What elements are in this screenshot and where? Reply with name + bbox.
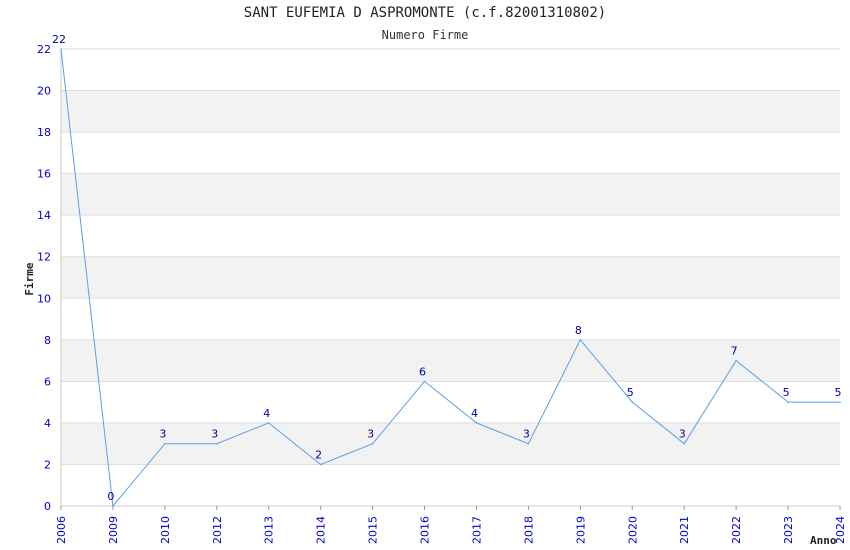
y-tick-label: 8 <box>44 334 51 347</box>
data-point <box>371 442 374 445</box>
x-tick-label: 2010 <box>159 516 172 544</box>
data-label: 6 <box>419 365 426 378</box>
plot-band <box>61 90 840 133</box>
plot-band <box>61 339 840 382</box>
data-point <box>423 380 426 383</box>
data-point <box>631 401 634 403</box>
y-tick-label: 20 <box>37 85 51 98</box>
data-label: 4 <box>471 407 478 420</box>
data-label: 0 <box>107 490 114 503</box>
x-tick-label: 2017 <box>470 516 483 544</box>
x-axis-ticks: 2006 2009 2010 2012 2013 2014 2015 2016 2017 2018… <box>55 506 847 544</box>
data-label: 7 <box>731 345 738 358</box>
data-point <box>683 442 685 445</box>
line-chart: 0246810121416182022 2006 2009 2010 2012 2013… <box>23 33 847 547</box>
plot-bands <box>61 90 840 465</box>
y-tick-label: 2 <box>44 458 51 471</box>
y-tick-label: 6 <box>44 375 51 388</box>
plot-band <box>61 173 840 216</box>
data-point <box>319 463 322 466</box>
data-point <box>216 442 218 445</box>
x-tick-label: 2016 <box>419 516 432 544</box>
x-tick-label: 2015 <box>367 516 380 544</box>
data-point <box>787 401 789 403</box>
x-tick-label: 2009 <box>107 516 120 544</box>
x-tick-label: 2006 <box>55 516 68 544</box>
data-label: 5 <box>783 386 790 399</box>
data-label: 5 <box>627 386 634 399</box>
y-axis-title: Firme <box>23 262 36 295</box>
y-tick-label: 10 <box>37 292 51 305</box>
data-point <box>527 442 530 445</box>
x-tick-label: 2023 <box>782 516 795 544</box>
data-label: 5 <box>835 386 842 399</box>
data-point <box>475 422 478 424</box>
x-axis-title: Anno <box>810 534 837 547</box>
y-tick-label: 16 <box>37 168 51 181</box>
x-tick-label: 2014 <box>315 516 328 544</box>
y-tick-label: 18 <box>37 126 51 139</box>
y-tick-label: 12 <box>37 251 51 264</box>
data-point <box>267 422 270 424</box>
data-point <box>112 505 114 507</box>
x-tick-label: 2012 <box>211 516 224 544</box>
data-point <box>579 339 582 341</box>
plot-band <box>61 256 840 299</box>
data-point <box>164 442 166 445</box>
data-label: 4 <box>263 407 270 420</box>
x-tick-label: 2018 <box>522 516 535 544</box>
data-label: 3 <box>523 428 530 441</box>
x-tick-label: 2022 <box>730 516 743 544</box>
data-label: 22 <box>52 33 66 46</box>
data-label: 3 <box>679 428 686 441</box>
x-tick-label: 2013 <box>263 516 276 544</box>
y-axis-ticks: 0 2 4 6 8 10 12 14 16 18 20 22 <box>37 43 51 513</box>
data-label: 8 <box>575 324 582 337</box>
y-tick-label: 4 <box>44 417 51 430</box>
x-tick-label: 2019 <box>574 516 587 544</box>
y-tick-label: 14 <box>37 209 51 222</box>
data-label: 3 <box>211 428 218 441</box>
y-tick-label: 0 <box>44 500 51 513</box>
data-label: 3 <box>159 428 166 441</box>
x-tick-label: 2020 <box>626 516 639 544</box>
data-point <box>60 48 62 50</box>
data-point <box>735 359 737 362</box>
x-tick-label: 2021 <box>678 516 691 544</box>
y-tick-label: 22 <box>37 43 51 56</box>
data-label: 3 <box>367 428 374 441</box>
data-point <box>839 401 841 403</box>
data-label: 2 <box>315 448 322 461</box>
